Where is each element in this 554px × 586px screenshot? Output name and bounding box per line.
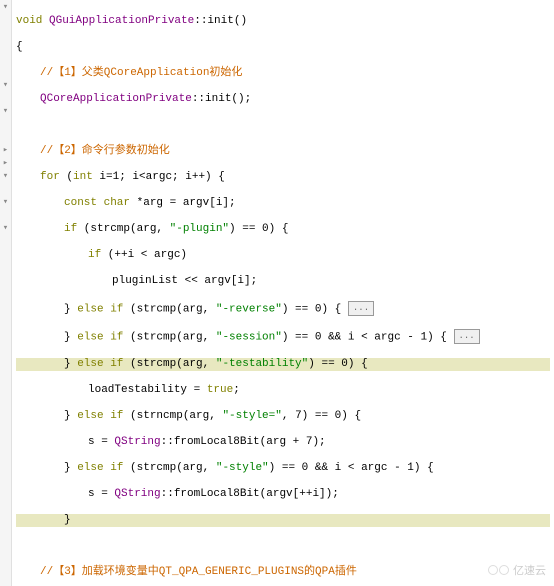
brace: { <box>16 41 550 54</box>
fold-marker[interactable]: ▾ <box>0 169 11 182</box>
type: QCoreApplicationPrivate <box>40 93 192 105</box>
code-editor: ▾ ▾ ▾ ▸ ▸ ▾ ▾ ▾ void QGuiApplicationPriv… <box>0 0 554 586</box>
fold-placeholder[interactable]: ... <box>454 329 480 344</box>
comment: //【1】父类QCoreApplication初始化 <box>40 67 242 79</box>
comment: //【2】命令行参数初始化 <box>40 145 170 157</box>
fold-marker[interactable]: ▾ <box>0 221 11 234</box>
fold-marker[interactable]: ▾ <box>0 104 11 117</box>
fold-gutter: ▾ ▾ ▾ ▸ ▸ ▾ ▾ ▾ <box>0 0 12 586</box>
keyword: for <box>40 171 60 183</box>
keyword: const char <box>64 197 130 209</box>
fold-marker[interactable]: ▾ <box>0 78 11 91</box>
fold-marker[interactable]: ▸ <box>0 156 11 169</box>
fold-marker[interactable]: ▾ <box>0 0 11 13</box>
type: QGuiApplicationPrivate <box>42 15 194 27</box>
text: ::init(); <box>192 93 251 105</box>
keyword: void <box>16 15 42 27</box>
fold-marker[interactable]: ▸ <box>0 143 11 156</box>
comment: //【3】加载环境变量中QT_QPA_GENERIC_PLUGINS的QPA插件 <box>40 566 357 578</box>
watermark: 亿速云 <box>488 562 546 578</box>
text: ::init() <box>194 15 247 27</box>
code-content[interactable]: void QGuiApplicationPrivate::init() { //… <box>12 0 554 586</box>
watermark-logo-icon <box>488 565 509 575</box>
fold-marker[interactable]: ▾ <box>0 195 11 208</box>
fold-placeholder[interactable]: ... <box>348 301 374 316</box>
blank <box>16 119 550 132</box>
watermark-text: 亿速云 <box>513 562 546 578</box>
